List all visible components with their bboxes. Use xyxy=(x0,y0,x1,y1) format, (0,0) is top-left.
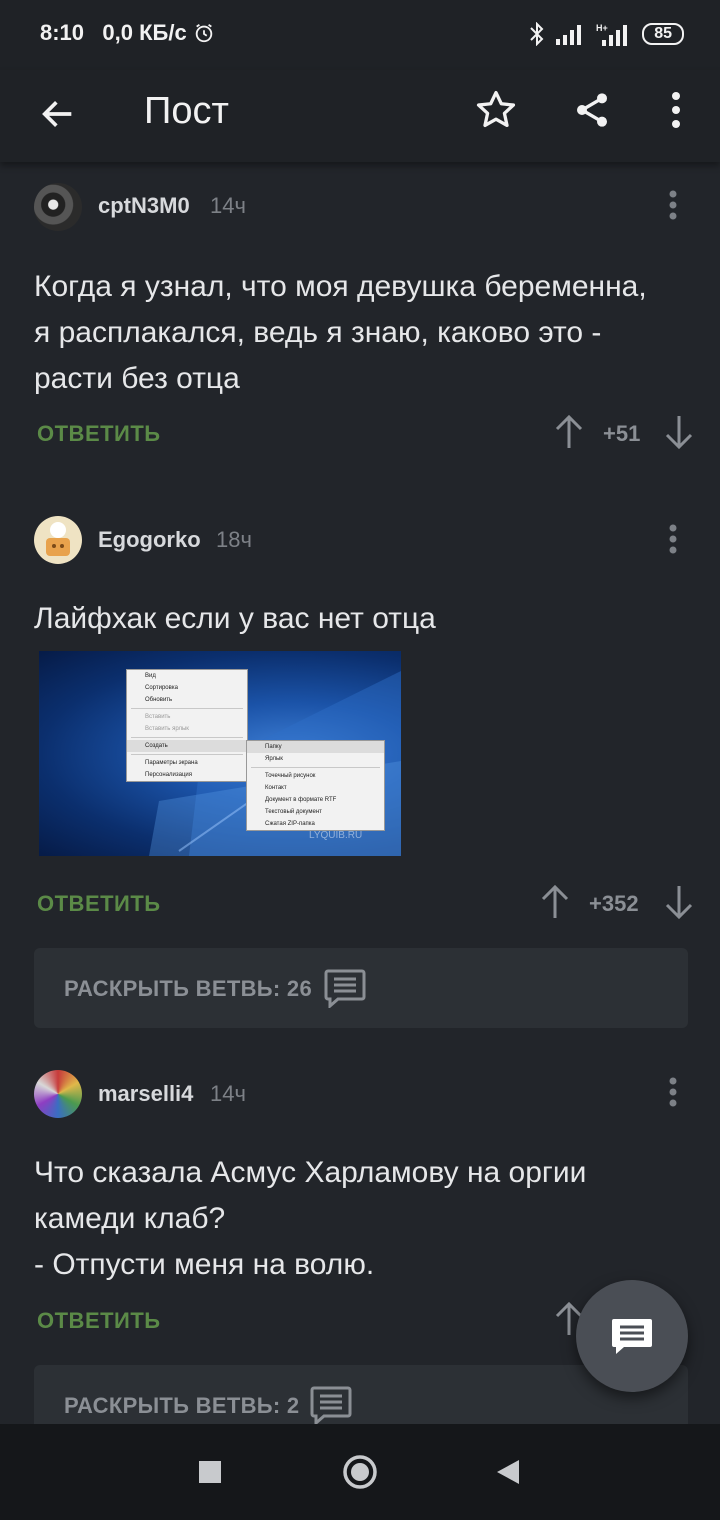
app-bar: Пост xyxy=(0,70,720,162)
more-vert-icon xyxy=(669,190,677,220)
submenu-item-bitmap: Точечный рисунок xyxy=(265,773,316,779)
arrow-up-icon xyxy=(541,884,569,918)
svg-text:H+: H+ xyxy=(596,23,608,33)
status-bar: 8:10 0,0 КБ/с H+ 85 xyxy=(0,0,720,70)
menu-separator xyxy=(131,754,243,755)
reply-button[interactable]: ОТВЕТИТЬ xyxy=(37,1308,161,1334)
menu-item-paste: Вставить xyxy=(145,714,171,720)
comment-time: 14ч xyxy=(210,193,246,218)
more-vert-icon xyxy=(669,524,677,554)
menu-item-paste-shortcut: Вставить ярлык xyxy=(145,726,189,732)
share-icon xyxy=(577,93,607,127)
arrow-down-icon xyxy=(665,416,693,450)
arrow-down-icon xyxy=(665,886,693,920)
comment-icon xyxy=(310,1386,352,1425)
comment-author[interactable]: Egogorko xyxy=(98,527,201,553)
menu-item-sort: Сортировка xyxy=(145,685,178,691)
menu-item-refresh: Обновить xyxy=(145,697,173,703)
avatar[interactable] xyxy=(34,1070,82,1118)
home-button[interactable] xyxy=(336,1448,384,1496)
favorite-button[interactable] xyxy=(468,82,524,138)
status-time: 8:10 0,0 КБ/с xyxy=(40,20,215,46)
avatar-image-icon xyxy=(46,522,70,556)
star-icon xyxy=(476,90,516,128)
avatar[interactable] xyxy=(34,516,82,564)
menu-separator xyxy=(131,737,243,738)
comment-time: 14ч xyxy=(210,1081,246,1106)
menu-item-personalize: Персонализация xyxy=(145,772,193,778)
signal-icon xyxy=(556,25,582,45)
square-icon xyxy=(199,1461,221,1483)
more-vert-icon xyxy=(669,1077,677,1107)
comment-score: +51 xyxy=(603,421,641,446)
menu-item-create: Создать xyxy=(127,740,247,752)
menu-item-display-settings: Параметры экрана xyxy=(145,760,198,766)
comment-text: Что сказала Асмус Харламову на оргии кам… xyxy=(34,1156,587,1281)
comment-menu-button[interactable] xyxy=(668,190,678,225)
more-vert-icon xyxy=(672,92,680,128)
upvote-button[interactable] xyxy=(552,414,586,455)
submenu-item-shortcut: Ярлык xyxy=(265,756,283,762)
arrow-up-icon xyxy=(555,414,583,448)
expand-branch-label: РАСКРЫТЬ ВЕТВЬ: 26 xyxy=(64,976,312,1001)
menu-item-view: Вид xyxy=(145,673,156,679)
expand-branch-button[interactable]: РАСКРЫТЬ ВЕТВЬ: 26 xyxy=(34,948,688,1028)
arrow-left-icon xyxy=(42,101,72,127)
upvote-button[interactable] xyxy=(538,884,572,925)
comment-image[interactable]: Вид Сортировка Обновить Вставить Вставит… xyxy=(39,651,401,856)
share-button[interactable] xyxy=(564,82,620,138)
menu-separator xyxy=(131,708,243,709)
new-comment-fab[interactable] xyxy=(576,1280,688,1392)
comment-author[interactable]: cptN3M0 xyxy=(98,193,190,219)
battery-indicator: 85 xyxy=(642,23,684,45)
comment-menu-button[interactable] xyxy=(668,1077,678,1112)
downvote-button[interactable] xyxy=(662,414,696,455)
reply-button[interactable]: ОТВЕТИТЬ xyxy=(37,421,161,447)
comment-author[interactable]: marselli4 xyxy=(98,1081,193,1107)
back-button[interactable] xyxy=(30,86,86,142)
alarm-icon xyxy=(195,23,213,43)
comment-score: +352 xyxy=(589,891,639,916)
overflow-menu-button[interactable] xyxy=(650,82,702,138)
menu-separator xyxy=(251,767,380,768)
comment-time: 18ч xyxy=(216,527,252,552)
system-nav-bar xyxy=(0,1424,720,1520)
submenu-item-text: Текстовый документ xyxy=(265,809,322,815)
comment-icon xyxy=(612,1319,652,1354)
recents-button[interactable] xyxy=(186,1448,234,1496)
context-menu: Вид Сортировка Обновить Вставить Вставит… xyxy=(126,669,248,782)
submenu-item-rtf: Документ в формате RTF xyxy=(265,797,337,803)
comment-text: Когда я узнал, что моя девушка беременна… xyxy=(34,270,647,395)
bluetooth-icon xyxy=(530,22,544,46)
status-icons: H+ 85 xyxy=(528,22,684,46)
home-circle-icon xyxy=(343,1455,377,1489)
downvote-button[interactable] xyxy=(662,884,696,925)
comment-menu-button[interactable] xyxy=(668,524,678,559)
comment-text: Лайфхак если у вас нет отца xyxy=(34,602,436,635)
triangle-back-icon xyxy=(497,1460,519,1484)
back-nav-button[interactable] xyxy=(484,1448,532,1496)
avatar[interactable] xyxy=(34,183,82,231)
comment-icon xyxy=(324,969,366,1008)
submenu-item-contact: Контакт xyxy=(265,785,287,791)
submenu-item-zip: Сжатая ZIP-папка xyxy=(265,821,315,827)
expand-branch-label: РАСКРЫТЬ ВЕТВЬ: 2 xyxy=(64,1393,300,1418)
context-submenu: Папку Ярлык Точечный рисунок Контакт Док… xyxy=(246,740,385,831)
signal-h-icon: H+ xyxy=(596,23,628,46)
submenu-item-folder: Папку xyxy=(247,741,384,753)
page-title: Пост xyxy=(144,90,229,132)
image-watermark: LYQUIB.RU xyxy=(309,830,363,841)
reply-button[interactable]: ОТВЕТИТЬ xyxy=(37,891,161,917)
